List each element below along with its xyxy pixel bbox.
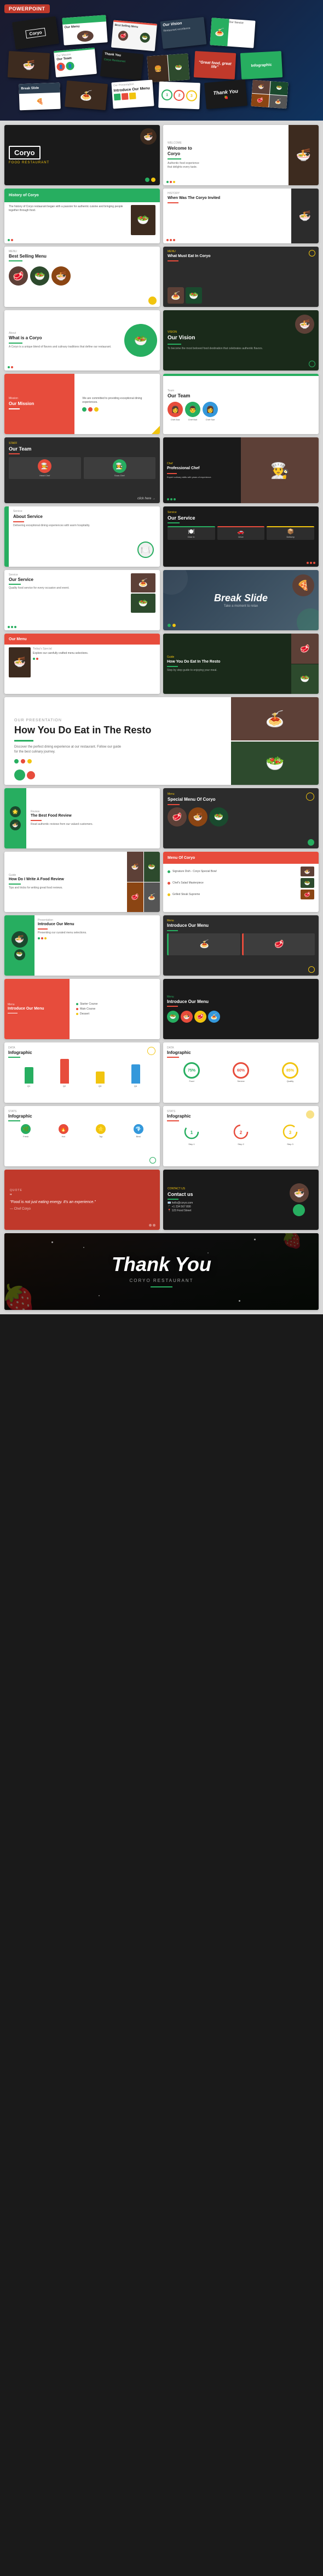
slide-our-service-2[interactable]: Service Our Service Quality food service… xyxy=(4,570,160,630)
slide-what-must-eat[interactable]: Menu What Must Eat In Coryo 🍝 🥗 xyxy=(163,247,319,307)
svg-text:3: 3 xyxy=(289,1130,292,1135)
slide-row-16: Quote " "Food is not just eating energy.… xyxy=(4,1170,319,1230)
our-mission-title: Our Mission xyxy=(9,401,70,407)
slide-menu-of-coryo[interactable]: Menu Of Coryo Signature Dish - Coryo Spe… xyxy=(163,852,319,912)
slide-row-2: History of Coryo The history of Coryo re… xyxy=(4,189,319,243)
slide-row-9: Our Menu 🍜 Today's Special Explore our c… xyxy=(4,634,319,694)
quote-label: Quote xyxy=(10,1189,154,1192)
slide-our-service-1[interactable]: Service Our Service 🍽️ Dine In 🚗 Drive xyxy=(163,506,319,567)
intro-menu-2-title: Introduce Our Menu xyxy=(167,923,315,928)
slide-introduce-menu-3[interactable]: Menu Introduce Our Menu Starter Course M… xyxy=(4,979,160,1039)
slide-our-team-1[interactable]: Team Our Team 👩 Chef Ana 👨 Chef Bob xyxy=(163,374,319,434)
slide-our-vision[interactable]: Vision Our Vision To become the most bel… xyxy=(163,310,319,371)
slide-row-final: 🍓 🍓 Thank You CORYO RESTAURANT xyxy=(4,1233,319,1310)
slide-history[interactable]: History of Coryo The history of Coryo re… xyxy=(4,189,160,243)
infographic-3-title: Infographic xyxy=(8,1114,156,1119)
slide-row-10: 🌟 🍜 Review The Best Food Review Read aut… xyxy=(4,788,319,848)
slide-row-4: About What is a Coryo A Coryo is a uniqu… xyxy=(4,310,319,371)
infographic-2-title: Infographic xyxy=(167,1050,315,1055)
slide-infographic-4[interactable]: Stats Infographic 1 Step 1 xyxy=(163,1106,319,1166)
slide-infographic-1[interactable]: Data Infographic Q1 Q2 xyxy=(4,1042,160,1103)
slide-thank-you[interactable]: 🍓 🍓 Thank You CORYO RESTAURANT xyxy=(4,1233,319,1310)
svg-text:1: 1 xyxy=(191,1130,193,1135)
slide-row-11: Guide How Do I Write A Food Review Tips … xyxy=(4,852,319,912)
infographic-1-title: Infographic xyxy=(8,1050,156,1055)
page-container: POWERPOINT Coryo Our Menu 🍜 Best Selling… xyxy=(0,0,323,1314)
slide-professional-chef[interactable]: Chef Professional Chef Expert culinary s… xyxy=(163,437,319,503)
intro-menu-4-title: Introduce Our Menu xyxy=(167,999,315,1005)
powerpoint-badge: POWERPOINT xyxy=(4,4,50,13)
slide-welcome[interactable]: Welcome Welcome toCoryo Authentic food e… xyxy=(163,125,319,185)
slide-our-menu[interactable]: Our Menu 🍜 Today's Special Explore our c… xyxy=(4,634,160,694)
history-title: History of Coryo xyxy=(9,193,39,197)
slide-row-14: Data Infographic Q1 Q2 xyxy=(4,1042,319,1103)
slide-quote[interactable]: Quote " "Food is not just eating energy.… xyxy=(4,1170,160,1230)
slide-introduce-menu-4[interactable]: Menu Introduce Our Menu 🥗 🍜 🥩 🍝 xyxy=(163,979,319,1039)
slide-infographic-3[interactable]: Stats Infographic 🌿 Fresh 🔥 Hot xyxy=(4,1106,160,1166)
slide-row-7: Service About Service Delivering excepti… xyxy=(4,506,319,567)
intro-menu-1-title: Introduce Our Menu xyxy=(38,922,157,927)
slide-best-selling[interactable]: Menu Best Selling Menu 🥩 🥗 🍜 xyxy=(4,247,160,307)
best-selling-title: Best Selling Menu xyxy=(9,254,155,259)
infographic-4-title: Infographic xyxy=(167,1114,315,1119)
break-title: Break Slide xyxy=(214,593,268,603)
slide-best-food-review[interactable]: 🌟 🍜 Review The Best Food Review Read aut… xyxy=(4,788,160,848)
slide-our-mission[interactable]: Mission Our Mission We are committed to … xyxy=(4,374,160,434)
slide-about-service[interactable]: Service About Service Delivering excepti… xyxy=(4,506,160,567)
what-is-title: What is a Coryo xyxy=(9,335,128,341)
slide-row-big: Our Presentation How You Do Eat in The R… xyxy=(4,697,319,785)
how-eat-resto-title: How You Do Eat In The Resto xyxy=(167,660,287,664)
prof-chef-title: Professional Chef xyxy=(167,466,237,471)
our-team-2-title: Our Team xyxy=(9,446,155,452)
slides-section: Coryo FOOD RESTAURANT 🍜 Welcome Welcome … xyxy=(0,121,323,1314)
slide-how-write[interactable]: Guide How Do I Write A Food Review Tips … xyxy=(4,852,160,912)
our-team-title: Our Team xyxy=(168,393,314,398)
infographic-icon-2: 2 xyxy=(233,1124,249,1139)
slide-how-eat-big[interactable]: Our Presentation How You Do Eat in The R… xyxy=(4,697,319,785)
slide-row-5: Mission Our Mission We are committed to … xyxy=(4,374,319,434)
our-vision-title: Our Vision xyxy=(168,335,314,341)
special-menu-title: Special Menu Of Coryo xyxy=(168,797,314,802)
our-menu-title: Our Menu xyxy=(9,637,27,641)
what-eat-title: What Must Eat In Coryo xyxy=(168,254,314,259)
intro-menu-3-title: Introduce Our Menu xyxy=(8,1007,66,1011)
slide-row-15: Stats Infographic 🌿 Fresh 🔥 Hot xyxy=(4,1106,319,1166)
slide-our-team-2[interactable]: Staff Our Team 👨‍🍳 Head Chef 👩‍🍳 Sous Ch… xyxy=(4,437,160,503)
slide-coryo-title[interactable]: Coryo FOOD RESTAURANT 🍜 xyxy=(4,125,160,185)
slide-row-6: Staff Our Team 👨‍🍳 Head Chef 👩‍🍳 Sous Ch… xyxy=(4,437,319,503)
best-review-title: The Best Food Review xyxy=(31,814,155,818)
menu-coryo-title: Menu Of Coryo xyxy=(168,856,195,860)
svg-text:🍽️: 🍽️ xyxy=(141,545,150,554)
thank-you-title: Thank You xyxy=(112,1253,211,1276)
slide-special-menu[interactable]: Menu Special Menu Of Coryo 🥩 🍜 🥗 xyxy=(163,788,319,848)
our-service-1-title: Our Service xyxy=(168,515,314,521)
contact-label: Contact us xyxy=(168,1187,290,1190)
slide-how-eat-resto[interactable]: Guide How You Do Eat In The Resto Step b… xyxy=(163,634,319,694)
how-write-title: How Do I Write A Food Review xyxy=(9,877,123,882)
slide-row-8: Service Our Service Quality food service… xyxy=(4,570,319,630)
slide-row-12: 🍜 🥗 Presentation Introduce Our Menu Pres… xyxy=(4,915,319,976)
infographic-icon-3: 3 xyxy=(282,1124,298,1139)
header-banner: POWERPOINT Coryo Our Menu 🍜 Best Selling… xyxy=(0,0,323,121)
slide-contact[interactable]: Contact us Contact us 📧 hello@coryo.com … xyxy=(163,1170,319,1230)
slide-introduce-menu-2[interactable]: Menu Introduce Our Menu 🍝 🥩 xyxy=(163,915,319,976)
about-service-title: About Service xyxy=(13,514,155,520)
slide-what-is-coryo[interactable]: About What is a Coryo A Coryo is a uniqu… xyxy=(4,310,160,371)
infographic-icon-1: 1 xyxy=(184,1124,199,1139)
slide-introduce-menu-1[interactable]: 🍜 🥗 Presentation Introduce Our Menu Pres… xyxy=(4,915,160,976)
slide-when-coryo[interactable]: History When Was The Coryo Invited 🍜 xyxy=(163,189,319,243)
our-service-2-title: Our Service xyxy=(9,577,129,582)
slide-row-3: Menu Best Selling Menu 🥩 🥗 🍜 Menu xyxy=(4,247,319,307)
slide-row-1: Coryo FOOD RESTAURANT 🍜 Welcome Welcome … xyxy=(4,125,319,185)
slide-row-13: Menu Introduce Our Menu Starter Course M… xyxy=(4,979,319,1039)
how-eat-big-title: How You Do Eat in The Resto xyxy=(14,725,221,737)
slide-infographic-2[interactable]: Data Infographic 75% Food 60% Service xyxy=(163,1042,319,1103)
svg-text:2: 2 xyxy=(240,1130,243,1135)
slide-break[interactable]: 🍕 Break Slide Take a moment to relax xyxy=(163,570,319,630)
